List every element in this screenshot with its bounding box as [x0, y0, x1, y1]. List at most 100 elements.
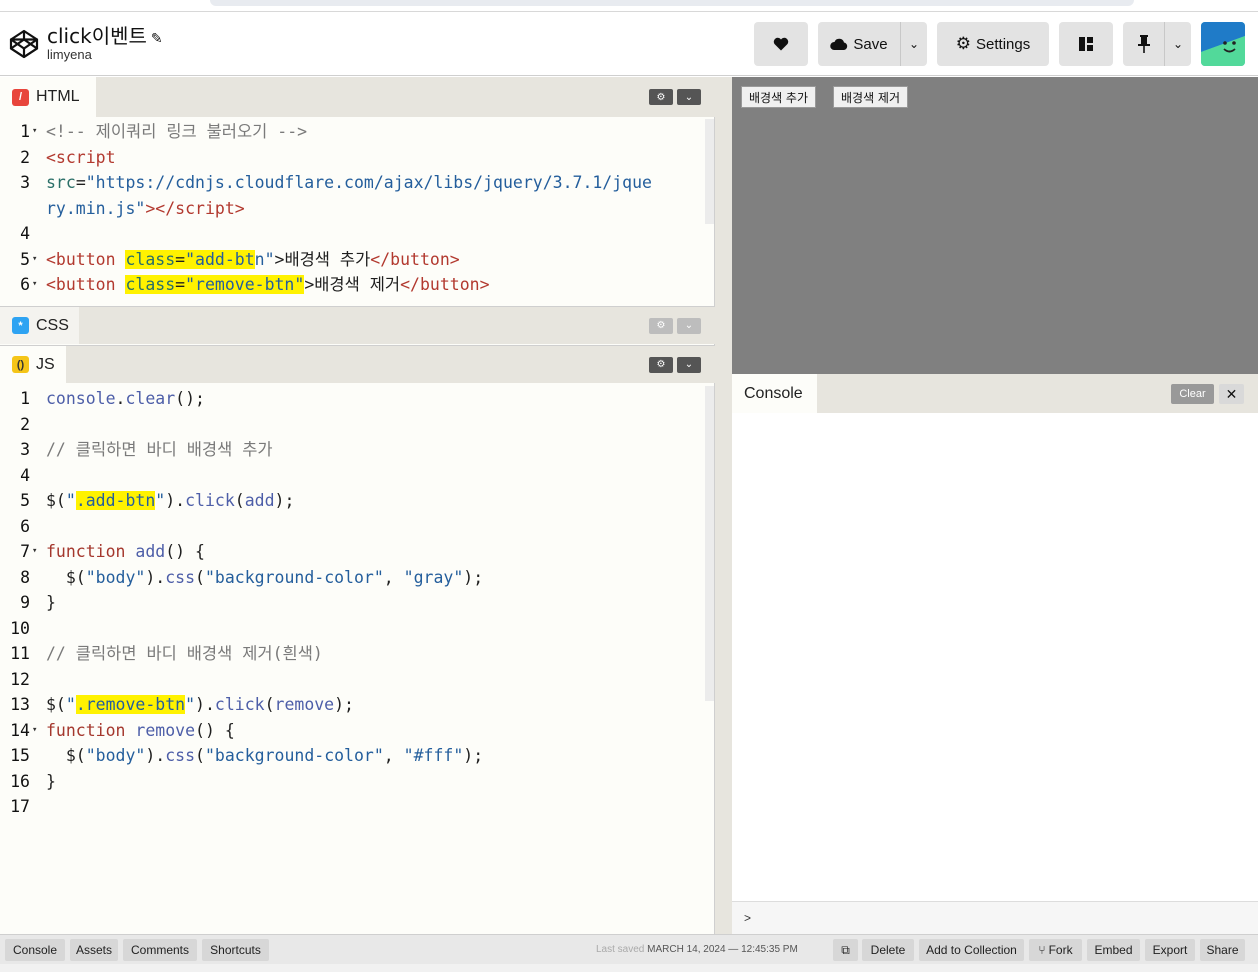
- line-number: 1: [20, 389, 30, 408]
- css-settings-gear-icon[interactable]: ⚙: [649, 317, 673, 334]
- settings-button[interactable]: ⚙ Settings: [937, 22, 1049, 66]
- editor-preview-splitter[interactable]: [715, 77, 732, 934]
- js-code-editor[interactable]: 1 2 3 4 5 6 7 8 9 10 11 12 13 14 15 16 1…: [0, 386, 714, 931]
- footer-export-button[interactable]: Export: [1145, 939, 1195, 961]
- code-line: <button class="remove-btn">배경색 제거</butto…: [46, 275, 490, 294]
- line-number: 16: [10, 771, 30, 791]
- js-panel-header: () JS ⚙ ⌄: [0, 345, 715, 383]
- fold-arrow-icon[interactable]: ▾: [32, 272, 37, 298]
- line-number: 2: [20, 414, 30, 434]
- fork-icon: ⑂: [1038, 943, 1046, 957]
- line-number: 3: [20, 173, 30, 192]
- footer-share-button[interactable]: Share: [1200, 939, 1245, 961]
- footer-shortcuts-button[interactable]: Shortcuts: [202, 939, 269, 961]
- code-line: $("body").css("background-color", "gray"…: [46, 567, 484, 587]
- code-line: function remove() {: [46, 720, 235, 740]
- js-scrollbar[interactable]: [705, 386, 714, 701]
- footer-assets-button[interactable]: Assets: [70, 939, 118, 961]
- footer-delete-button[interactable]: Delete: [862, 939, 914, 961]
- css-collapse-chevron-down-icon[interactable]: ⌄: [677, 317, 701, 334]
- html-collapse-chevron-down-icon[interactable]: ⌄: [677, 89, 701, 105]
- line-number: 3: [20, 440, 30, 459]
- footer-console-button[interactable]: Console: [5, 939, 65, 961]
- line-number: 15: [10, 746, 30, 765]
- last-saved-status: Last saved MARCH 14, 2024 — 12:45:35 PM: [596, 944, 798, 955]
- console-header: Console Clear ✕: [732, 374, 1258, 413]
- code-line: src="https://cdnjs.cloudflare.com/ajax/l…: [46, 173, 652, 192]
- preview-add-button[interactable]: 배경색 추가: [741, 86, 817, 108]
- avatar-face-icon: [1201, 22, 1245, 66]
- user-avatar[interactable]: [1201, 22, 1245, 66]
- html-panel-controls: ⚙ ⌄: [649, 89, 701, 105]
- codepen-logo-icon[interactable]: [8, 28, 40, 60]
- gear-icon: ⚙: [955, 34, 972, 53]
- tab-html[interactable]: / HTML: [0, 77, 96, 117]
- footer-comments-button[interactable]: Comments: [123, 939, 197, 961]
- change-view-button[interactable]: [1059, 22, 1113, 66]
- layout-icon: [1079, 37, 1093, 51]
- line-number: 17: [10, 797, 30, 816]
- line-number: 1: [20, 122, 30, 141]
- line-number: 14: [10, 720, 30, 740]
- code-line: console.clear();: [46, 389, 205, 408]
- console-prompt: >: [744, 911, 752, 925]
- tab-console[interactable]: Console: [732, 374, 817, 413]
- html-code-editor[interactable]: 1 2 3 4 5 6 ▾ ▾ ▾ <!-- 제이쿼리 링크 불러오기 --> …: [0, 119, 714, 305]
- code-line: }: [46, 771, 56, 791]
- console-close-icon[interactable]: ✕: [1219, 384, 1244, 404]
- js-braces-icon: (): [12, 356, 29, 373]
- fork-label: Fork: [1048, 943, 1073, 957]
- html-scrollbar[interactable]: [705, 119, 714, 224]
- bottom-strip: [0, 964, 1258, 972]
- address-bar: [210, 0, 1134, 6]
- browser-top-strip: [0, 0, 1258, 12]
- save-options-chevron-down-icon[interactable]: ⌄: [901, 37, 927, 51]
- line-number: 11: [10, 644, 30, 663]
- html-settings-gear-icon[interactable]: ⚙: [649, 89, 673, 105]
- tab-js[interactable]: () JS: [0, 346, 66, 383]
- preview-remove-button[interactable]: 배경색 제거: [833, 86, 909, 108]
- pin-options-chevron-down-icon[interactable]: ⌄: [1165, 37, 1191, 51]
- js-panel-controls: ⚙ ⌄: [649, 356, 701, 373]
- save-button-group: Save ⌄: [818, 22, 927, 66]
- css-panel-header: * CSS ⚙ ⌄: [0, 306, 715, 344]
- edit-title-pencil-icon[interactable]: ✎: [151, 31, 163, 47]
- console-pane: Console Clear ✕ >: [732, 374, 1258, 934]
- pin-button[interactable]: [1123, 35, 1164, 53]
- code-line: function add() {: [46, 542, 205, 561]
- editors-column: / HTML ⚙ ⌄ 1 2 3 4 5 6 ▾ ▾ ▾ <!-- 제이쿼리 링…: [0, 77, 715, 934]
- footer-embed-button[interactable]: Embed: [1087, 939, 1140, 961]
- pen-title[interactable]: click이벤트 ✎: [47, 20, 163, 49]
- cloud-icon: [830, 38, 848, 50]
- js-settings-gear-icon[interactable]: ⚙: [649, 356, 673, 373]
- save-button[interactable]: Save: [818, 36, 900, 53]
- console-clear-button[interactable]: Clear: [1171, 384, 1214, 404]
- footer-fork-button[interactable]: ⑂ Fork: [1029, 939, 1082, 961]
- css-tab-label: CSS: [36, 316, 69, 334]
- open-external-icon[interactable]: ⧉: [833, 939, 858, 961]
- css-panel-controls: ⚙ ⌄: [649, 317, 701, 334]
- line-number: 10: [10, 618, 30, 638]
- footer-add-to-collection-button[interactable]: Add to Collection: [919, 939, 1024, 961]
- console-input[interactable]: >: [732, 901, 1258, 934]
- author-name[interactable]: limyena: [47, 47, 92, 62]
- line-number: 4: [20, 224, 30, 243]
- settings-label: Settings: [976, 35, 1031, 53]
- pen-title-text[interactable]: click이벤트: [47, 24, 147, 48]
- code-line: // 클릭하면 바디 배경색 추가: [46, 440, 273, 459]
- js-tab-label: JS: [36, 355, 55, 373]
- line-number: 7: [20, 542, 30, 561]
- fold-arrow-icon[interactable]: ▾: [32, 539, 37, 565]
- code-line: ry.min.js"></script>: [46, 198, 245, 218]
- line-number: 12: [10, 669, 30, 689]
- fold-arrow-icon[interactable]: ▾: [32, 119, 37, 145]
- fold-arrow-icon[interactable]: ▾: [32, 247, 37, 273]
- line-number: 5: [20, 491, 30, 510]
- tab-css[interactable]: * CSS: [0, 307, 79, 344]
- footer: Console Assets Comments Shortcuts Last s…: [0, 934, 1258, 964]
- fold-arrow-icon[interactable]: ▾: [32, 718, 37, 744]
- css-asterisk-icon: *: [12, 317, 29, 334]
- code-line: <button class="add-btn">배경색 추가</button>: [46, 249, 460, 269]
- js-collapse-chevron-down-icon[interactable]: ⌄: [677, 356, 701, 373]
- love-button[interactable]: [754, 22, 808, 66]
